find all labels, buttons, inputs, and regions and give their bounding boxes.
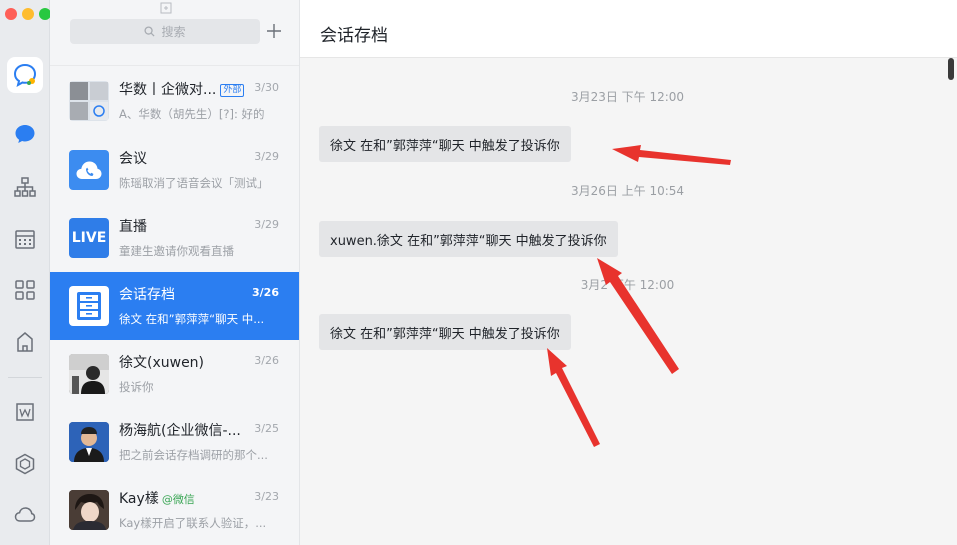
item-date: 3/23 bbox=[254, 490, 279, 503]
item-date: 3/29 bbox=[254, 218, 279, 231]
chat-header: 会话存档 bbox=[300, 0, 957, 58]
item-subtitle: 陈瑶取消了语音会议「测试」 bbox=[119, 176, 269, 190]
list-item[interactable]: 华数丨企微对... 外部 A、华数（胡先生）[?]: 好的 3/30 bbox=[50, 67, 299, 135]
list-item[interactable]: LIVE 直播 童建生邀请你观看直播 3/29 bbox=[50, 204, 299, 272]
item-subtitle: Kay樣开启了联系人验证，... bbox=[119, 516, 267, 530]
person-photo-icon bbox=[69, 490, 109, 530]
item-title: 会议 bbox=[119, 151, 147, 167]
live-avatar: LIVE bbox=[69, 218, 109, 258]
item-title: Kay樣 bbox=[119, 491, 159, 507]
rail-divider bbox=[8, 377, 42, 378]
rail-drive-icon[interactable] bbox=[7, 446, 43, 482]
conversation-list: 搜索 华数丨企微对... 外部 A、华数（胡先生）[?]: 好的 3/30 会议… bbox=[50, 0, 300, 545]
list-item[interactable]: 徐文(xuwen) 投诉你 3/26 bbox=[50, 340, 299, 408]
annotation-arrow-1 bbox=[612, 145, 731, 165]
meeting-avatar bbox=[69, 150, 109, 190]
item-subtitle: 徐文 在和”郭萍萍“聊天 中... bbox=[119, 312, 265, 326]
app-window: 搜索 华数丨企微对... 外部 A、华数（胡先生）[?]: 好的 3/30 会议… bbox=[0, 0, 957, 545]
search-placeholder: 搜索 bbox=[161, 25, 186, 39]
item-title: 直播 bbox=[119, 219, 147, 235]
list-item-selected[interactable]: 会话存档 徐文 在和”郭萍萍“聊天 中... 3/26 bbox=[50, 272, 299, 340]
rail-workbench-chat-icon[interactable] bbox=[7, 57, 43, 93]
org-chart-icon bbox=[14, 177, 36, 197]
item-subtitle: A、华数（胡先生）[?]: 好的 bbox=[119, 107, 265, 121]
item-date: 3/26 bbox=[252, 286, 279, 299]
item-title: 会话存档 bbox=[119, 287, 175, 303]
rail-messages-icon[interactable] bbox=[7, 116, 43, 152]
grid-apps-icon bbox=[15, 280, 35, 300]
cloud-phone-icon bbox=[76, 161, 102, 179]
rail-calendar-icon[interactable] bbox=[7, 221, 43, 257]
person-photo-icon bbox=[69, 354, 109, 394]
add-button[interactable] bbox=[264, 20, 284, 42]
message-bubble[interactable]: xuwen.徐文 在和”郭萍萍“聊天 中触发了投诉你 bbox=[319, 221, 618, 257]
message-timestamp: 3月23日 下午 12:00 bbox=[570, 90, 685, 104]
external-badge: 外部 bbox=[220, 84, 245, 97]
avatar bbox=[69, 490, 109, 530]
search-input[interactable]: 搜索 bbox=[70, 19, 260, 44]
wechat-tag: @微信 bbox=[161, 493, 195, 506]
rail-meeting-icon[interactable] bbox=[7, 497, 43, 533]
item-subtitle: 投诉你 bbox=[119, 380, 154, 394]
avatar bbox=[69, 422, 109, 462]
nav-rail bbox=[0, 0, 51, 545]
message-bubble[interactable]: 徐文 在和”郭萍萍“聊天 中触发了投诉你 bbox=[319, 126, 571, 162]
item-title: 徐文(xuwen) bbox=[119, 355, 205, 371]
item-title: 杨海航(企业微信-... bbox=[119, 423, 241, 439]
chat-bubble-icon bbox=[13, 63, 37, 87]
cube-icon bbox=[15, 453, 35, 475]
annotation-arrow-3 bbox=[547, 348, 600, 447]
list-item[interactable]: 杨海航(企业微信-... 把之前会话存档调研的那个... 3/25 bbox=[50, 408, 299, 476]
close-window-button[interactable] bbox=[5, 8, 17, 20]
list-item[interactable]: Kay樣 @微信 Kay樣开启了联系人验证，... 3/23 bbox=[50, 476, 299, 544]
rail-workspace-icon[interactable] bbox=[7, 324, 43, 360]
message-icon bbox=[15, 125, 35, 143]
rail-docs-icon[interactable] bbox=[7, 394, 43, 430]
calendar-icon bbox=[15, 230, 35, 249]
new-window-icon[interactable] bbox=[160, 2, 172, 14]
item-date: 3/26 bbox=[254, 354, 279, 367]
avatar bbox=[69, 354, 109, 394]
rail-apps-icon[interactable] bbox=[7, 272, 43, 308]
item-date: 3/30 bbox=[254, 81, 279, 94]
rail-contacts-icon[interactable] bbox=[7, 169, 43, 205]
building-icon bbox=[17, 332, 33, 352]
plus-icon bbox=[267, 24, 281, 38]
item-date: 3/25 bbox=[254, 422, 279, 435]
minimize-window-button[interactable] bbox=[22, 8, 34, 20]
item-subtitle: 童建生邀请你观看直播 bbox=[119, 244, 234, 258]
person-photo-icon bbox=[69, 422, 109, 462]
window-controls bbox=[5, 8, 51, 20]
list-header: 搜索 bbox=[50, 0, 299, 66]
item-subtitle: 把之前会话存档调研的那个... bbox=[119, 448, 268, 462]
archive-avatar bbox=[69, 286, 109, 326]
cloud-phone-icon bbox=[14, 507, 36, 522]
chat-title: 会话存档 bbox=[320, 26, 388, 46]
item-title: 华数丨企微对... bbox=[119, 82, 217, 98]
annotation-arrows bbox=[547, 145, 731, 447]
file-cabinet-icon bbox=[77, 292, 101, 320]
list-item[interactable]: 会议 陈瑶取消了语音会议「测试」 3/29 bbox=[50, 136, 299, 204]
document-w-icon bbox=[16, 403, 34, 421]
search-icon bbox=[144, 26, 156, 37]
group-avatar-icon bbox=[70, 82, 108, 120]
scrollbar[interactable] bbox=[948, 58, 954, 80]
item-date: 3/29 bbox=[254, 150, 279, 163]
message-timestamp: 3月2 下午 12:00 bbox=[580, 278, 675, 292]
message-bubble[interactable]: 徐文 在和”郭萍萍“聊天 中触发了投诉你 bbox=[319, 314, 571, 350]
message-timestamp: 3月26日 上午 10:54 bbox=[570, 184, 685, 198]
chat-pane: 会话存档 3月23日 下午 12:00 徐文 在和”郭萍萍“聊天 中触发了投诉你… bbox=[300, 0, 957, 545]
group-avatar bbox=[69, 81, 109, 121]
